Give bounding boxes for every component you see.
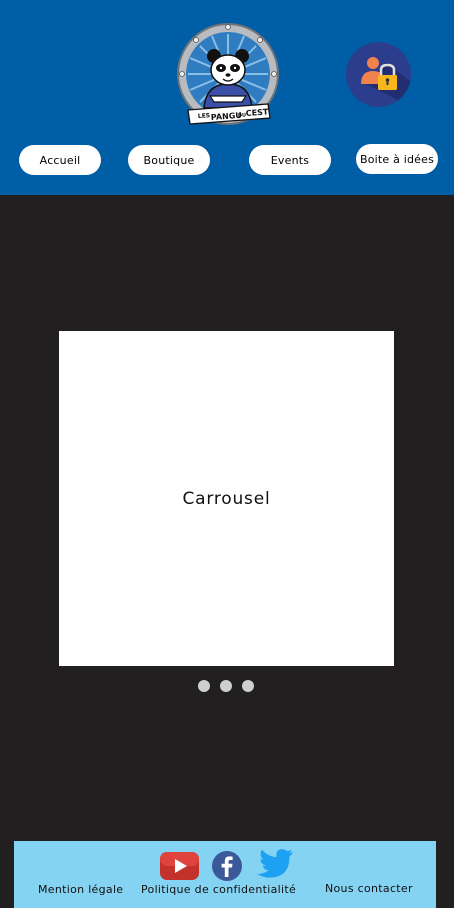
nav-accueil-label: Accueil <box>39 153 81 167</box>
facebook-link[interactable] <box>211 850 243 886</box>
site-header: LES PANGU DU CEST Accueil Boutique Event… <box>0 0 454 195</box>
twitter-link[interactable] <box>256 848 294 884</box>
nav-events-label: Events <box>270 153 310 167</box>
user-lock-icon <box>361 57 411 107</box>
site-footer: Mention légale Politique de confidential… <box>14 841 436 908</box>
nav-events-button[interactable]: Events <box>249 145 331 175</box>
twitter-icon <box>257 849 293 878</box>
youtube-link[interactable] <box>159 851 200 885</box>
carousel[interactable]: Carrousel <box>59 331 394 666</box>
nav-boite-a-idees-button[interactable]: Boite à idées <box>356 144 438 174</box>
youtube-icon <box>160 852 199 880</box>
nav-accueil-button[interactable]: Accueil <box>19 145 101 175</box>
carousel-dot-1[interactable] <box>198 680 210 692</box>
facebook-icon <box>212 851 242 881</box>
nav-boite-a-idees-label: Boite à idées <box>359 152 435 166</box>
logo-text-right: CEST <box>246 107 270 118</box>
nav-boutique-button[interactable]: Boutique <box>128 145 210 175</box>
login-button[interactable] <box>346 42 411 107</box>
panda-logo-icon[interactable]: LES PANGU DU CEST <box>176 22 280 128</box>
carousel-dot-3[interactable] <box>242 680 254 692</box>
nav-boutique-label: Boutique <box>143 153 195 167</box>
nous-contacter-link[interactable]: Nous contacter <box>325 882 413 895</box>
politique-confidentialite-link[interactable]: Politique de confidentialité <box>141 883 296 896</box>
logo-text-top: LES <box>198 112 211 120</box>
carousel-dot-2[interactable] <box>220 680 232 692</box>
mention-legale-link[interactable]: Mention légale <box>38 883 123 896</box>
carousel-label: Carrousel <box>182 488 271 509</box>
